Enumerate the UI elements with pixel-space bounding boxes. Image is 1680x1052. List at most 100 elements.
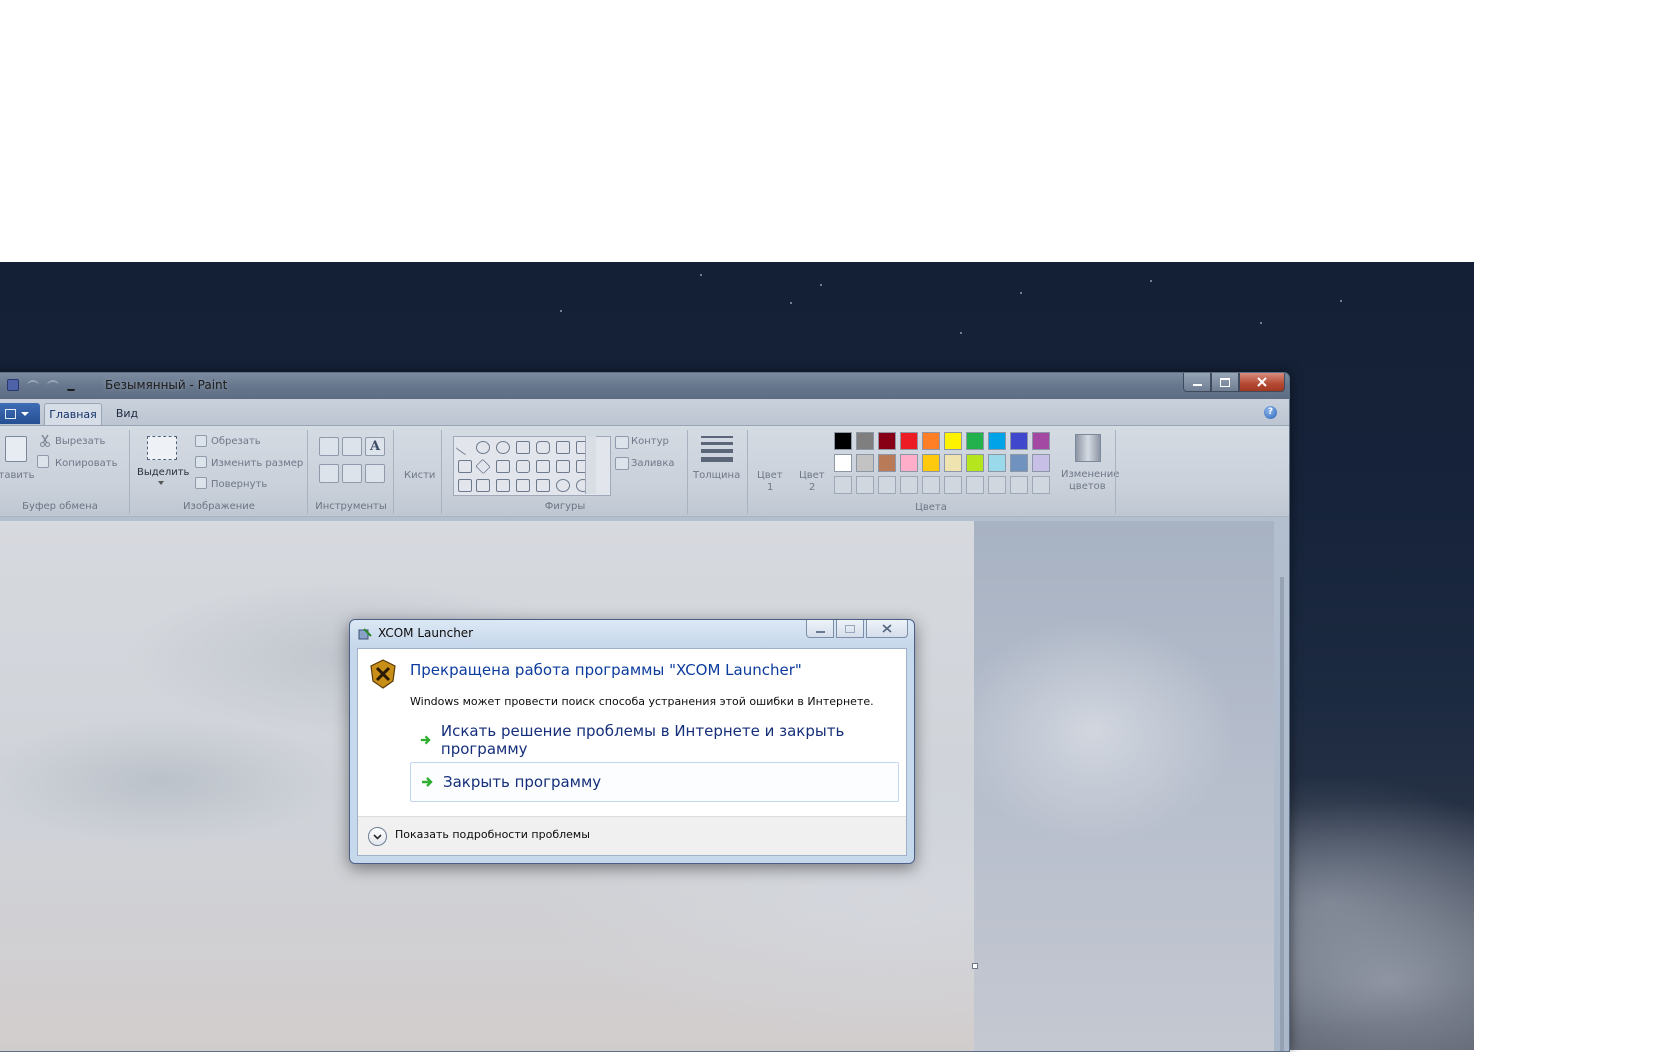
minimize-icon: [1192, 384, 1202, 386]
xcom-shield-icon: [370, 659, 396, 689]
size-button[interactable]: Толщина: [693, 470, 740, 481]
dialog-footer: Показать подробности проблемы: [358, 816, 906, 855]
outline-dropdown[interactable]: Контур: [631, 436, 669, 447]
canvas-resize-handle[interactable]: [972, 963, 978, 969]
show-details-label[interactable]: Показать подробности проблемы: [395, 828, 590, 841]
resize-icon: [195, 456, 207, 468]
right-arrow-shape-icon[interactable]: [536, 460, 550, 473]
callout-rect-shape-icon[interactable]: [536, 479, 550, 492]
maximize-icon: [1220, 377, 1230, 387]
group-label-shapes: Фигуры: [544, 501, 586, 512]
dialog-maximize-button[interactable]: [836, 620, 864, 638]
close-icon: [1257, 377, 1267, 387]
dialog-title: XCOM Launcher: [378, 626, 474, 640]
chevron-down-icon: [21, 412, 29, 416]
copy-icon: [37, 455, 49, 468]
save-icon[interactable]: [7, 379, 19, 391]
diamond-shape-icon[interactable]: [475, 458, 491, 475]
minimize-button[interactable]: [1183, 373, 1211, 392]
group-shapes: Контур Заливка Фигуры: [443, 430, 688, 514]
magnifier-icon[interactable]: [365, 464, 385, 483]
maximize-icon: [845, 624, 855, 633]
cut-button[interactable]: Вырезать: [55, 436, 105, 447]
fill-bucket-icon[interactable]: [342, 437, 362, 456]
maximize-button[interactable]: [1211, 373, 1239, 392]
group-brushes: Кисти: [395, 430, 442, 514]
cut-icon: [40, 434, 50, 447]
customize-qat-icon[interactable]: [67, 379, 75, 391]
six-point-star-shape-icon[interactable]: [516, 479, 530, 492]
size-icon[interactable]: [701, 436, 733, 462]
rotate-button[interactable]: Повернуть: [211, 479, 267, 490]
minimize-icon: [815, 630, 825, 633]
dialog-heading: Прекращена работа программы "XCOM Launch…: [410, 661, 802, 679]
paste-icon[interactable]: [5, 436, 27, 462]
pentagon-shape-icon[interactable]: [496, 460, 510, 473]
pencil-icon[interactable]: [319, 437, 339, 456]
redo-icon[interactable]: [47, 380, 59, 390]
rectangle-shape-icon[interactable]: [516, 441, 530, 454]
dialog-minimize-button[interactable]: [806, 620, 834, 638]
dialog-description: Windows может провести поиск способа уст…: [410, 695, 874, 708]
resize-button[interactable]: Изменить размер: [211, 458, 303, 469]
rounded-rectangle-shape-icon[interactable]: [536, 441, 550, 454]
select-icon[interactable]: [147, 436, 177, 460]
down-arrow-shape-icon[interactable]: [458, 479, 472, 492]
callout-oval-shape-icon[interactable]: [556, 479, 570, 492]
crop-icon: [195, 435, 207, 447]
close-icon: [882, 624, 892, 633]
workspace-background: [974, 521, 1274, 1051]
vertical-scrollbar[interactable]: [1280, 577, 1284, 1051]
line-shape-icon[interactable]: [455, 438, 473, 456]
error-dialog: XCOM Launcher Прекращена работа программ…: [349, 619, 915, 864]
copy-button[interactable]: Копировать: [55, 458, 117, 469]
paint-menu-button[interactable]: [0, 403, 40, 424]
color-picker-icon[interactable]: [342, 464, 362, 483]
quick-access-toolbar: [7, 379, 75, 391]
shapes-scrollbar[interactable]: [585, 436, 596, 494]
group-image: Выделить Обрезать Изменить размер Поверн…: [131, 430, 308, 514]
chevron-down-icon: [373, 833, 382, 840]
green-arrow-icon: [422, 777, 433, 787]
select-button[interactable]: Выделить: [137, 467, 189, 478]
four-point-star-shape-icon[interactable]: [476, 479, 490, 492]
crop-button[interactable]: Обрезать: [211, 436, 261, 447]
dialog-body: Прекращена работа программы "XCOM Launch…: [357, 648, 907, 856]
brushes-button[interactable]: Кисти: [404, 470, 435, 481]
group-label-tools: Инструменты: [315, 501, 387, 512]
close-button[interactable]: [1239, 373, 1285, 392]
five-point-star-shape-icon[interactable]: [496, 479, 510, 492]
left-arrow-shape-icon[interactable]: [556, 460, 570, 473]
search-solution-button[interactable]: Искать решение проблемы в Интернете и за…: [410, 721, 897, 759]
dialog-caption-buttons: [806, 620, 908, 638]
app-icon: [358, 628, 372, 640]
ribbon: ставить Вырезать Копировать Буфер обмена…: [0, 426, 1289, 517]
fill-icon: [615, 457, 629, 470]
tab-home[interactable]: Главная: [44, 403, 102, 425]
close-program-button[interactable]: Закрыть программу: [410, 762, 899, 802]
eraser-icon[interactable]: [319, 464, 339, 483]
oval-shape-icon[interactable]: [496, 441, 510, 454]
dialog-close-button[interactable]: [866, 620, 908, 638]
select-chevron-icon: [158, 481, 164, 485]
window-title: Безымянный - Paint: [105, 378, 228, 392]
hexagon-shape-icon[interactable]: [516, 460, 530, 473]
ribbon-tabs: Главная Вид ?: [0, 399, 1289, 426]
tab-view[interactable]: Вид: [109, 403, 145, 424]
polygon-shape-icon[interactable]: [556, 441, 570, 454]
group-clipboard: ставить Вырезать Копировать Буфер обмена: [0, 430, 130, 514]
group-colors: [747, 430, 1116, 514]
help-icon[interactable]: ?: [1264, 406, 1277, 419]
group-size: Толщина: [689, 430, 748, 514]
fill-dropdown[interactable]: Заливка: [631, 458, 675, 469]
green-arrow-icon: [420, 735, 431, 745]
caption-buttons: [1183, 373, 1285, 392]
paint-titlebar[interactable]: Безымянный - Paint: [0, 373, 1289, 399]
undo-icon[interactable]: [27, 380, 39, 390]
rotate-icon: [195, 477, 207, 489]
show-details-button[interactable]: [368, 827, 387, 846]
paste-button[interactable]: ставить: [0, 470, 35, 481]
right-triangle-shape-icon[interactable]: [458, 460, 472, 473]
text-tool-icon[interactable]: A: [365, 437, 385, 456]
curve-shape-icon[interactable]: [476, 441, 490, 454]
